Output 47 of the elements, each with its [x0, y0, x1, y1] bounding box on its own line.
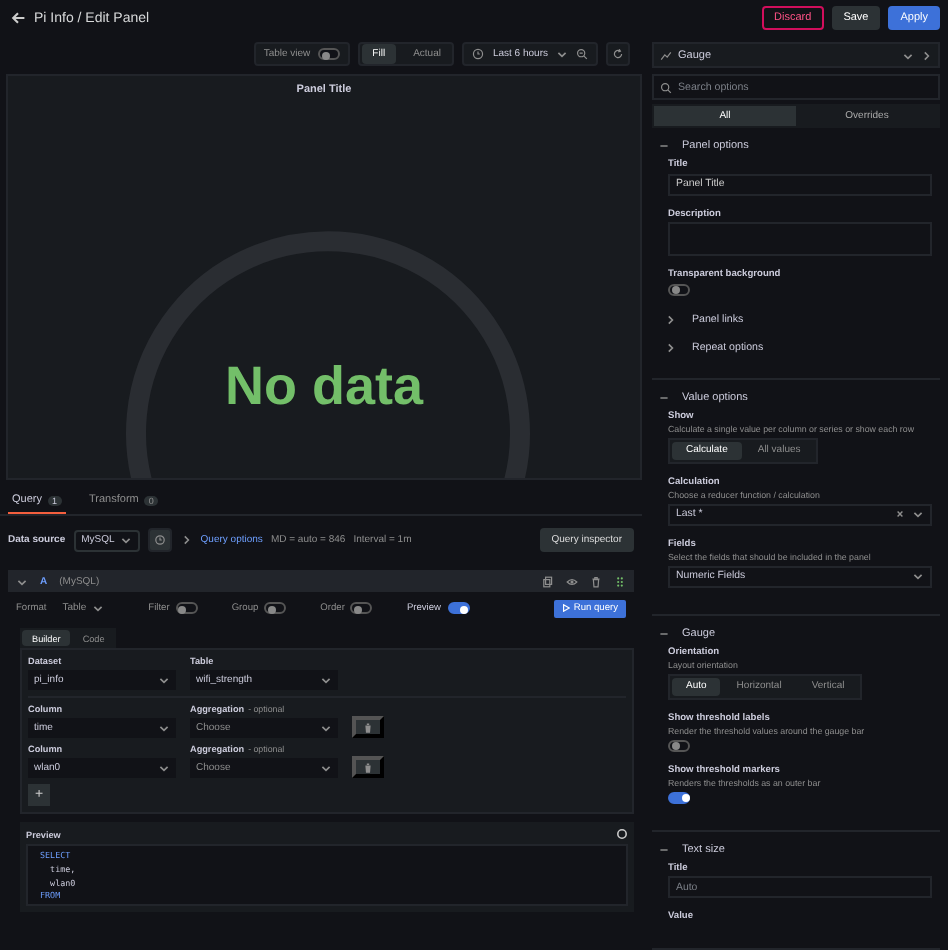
trash-icon — [362, 721, 374, 733]
refresh-icon — [612, 48, 624, 60]
play-icon — [561, 604, 570, 612]
toggle-switch[interactable] — [668, 739, 690, 751]
toggle-switch[interactable] — [668, 283, 690, 295]
minus-icon — [658, 140, 670, 152]
eye-icon[interactable] — [566, 575, 578, 587]
clear-icon[interactable] — [894, 508, 906, 520]
trash-icon — [362, 761, 374, 773]
caret-icon — [320, 722, 332, 734]
no-data-message: No data — [224, 356, 423, 416]
search-icon — [660, 81, 672, 93]
toggle-switch[interactable] — [350, 602, 373, 614]
toggle-switch[interactable] — [175, 602, 198, 614]
caret-icon — [158, 762, 170, 774]
chart-icon — [660, 49, 672, 61]
toggle-switch[interactable] — [318, 48, 341, 60]
minus-icon — [658, 627, 670, 639]
caret-icon — [556, 48, 568, 60]
caret-icon — [912, 570, 924, 582]
minus-icon — [658, 843, 670, 855]
chevron-icon — [664, 341, 676, 353]
chevron-icon — [664, 313, 676, 325]
caret-icon — [912, 508, 924, 520]
zoom-out-icon[interactable] — [576, 48, 588, 60]
caret-icon — [320, 762, 332, 774]
delete-button[interactable] — [352, 756, 384, 778]
caret-icon — [158, 674, 170, 686]
toggle-switch[interactable] — [264, 602, 287, 614]
caret-icon — [320, 674, 332, 686]
back-arrow-icon[interactable] — [10, 10, 26, 26]
clock-icon — [472, 48, 485, 60]
clock-icon — [154, 534, 167, 546]
refresh-button[interactable] — [606, 42, 630, 66]
minus-icon — [658, 391, 670, 403]
delete-button[interactable] — [352, 716, 384, 738]
caret-icon — [158, 722, 170, 734]
trash-icon[interactable] — [590, 575, 602, 587]
toggle-switch[interactable] — [668, 791, 690, 803]
caret-icon — [120, 534, 133, 546]
toggle-switch[interactable] — [447, 602, 469, 614]
chevron-right-icon[interactable] — [920, 49, 932, 61]
help-button[interactable] — [148, 528, 173, 552]
caret-icon — [92, 602, 105, 614]
chevron-right-icon[interactable] — [180, 534, 193, 546]
collapse-caret-icon — [16, 575, 28, 587]
caret-icon — [902, 49, 914, 61]
